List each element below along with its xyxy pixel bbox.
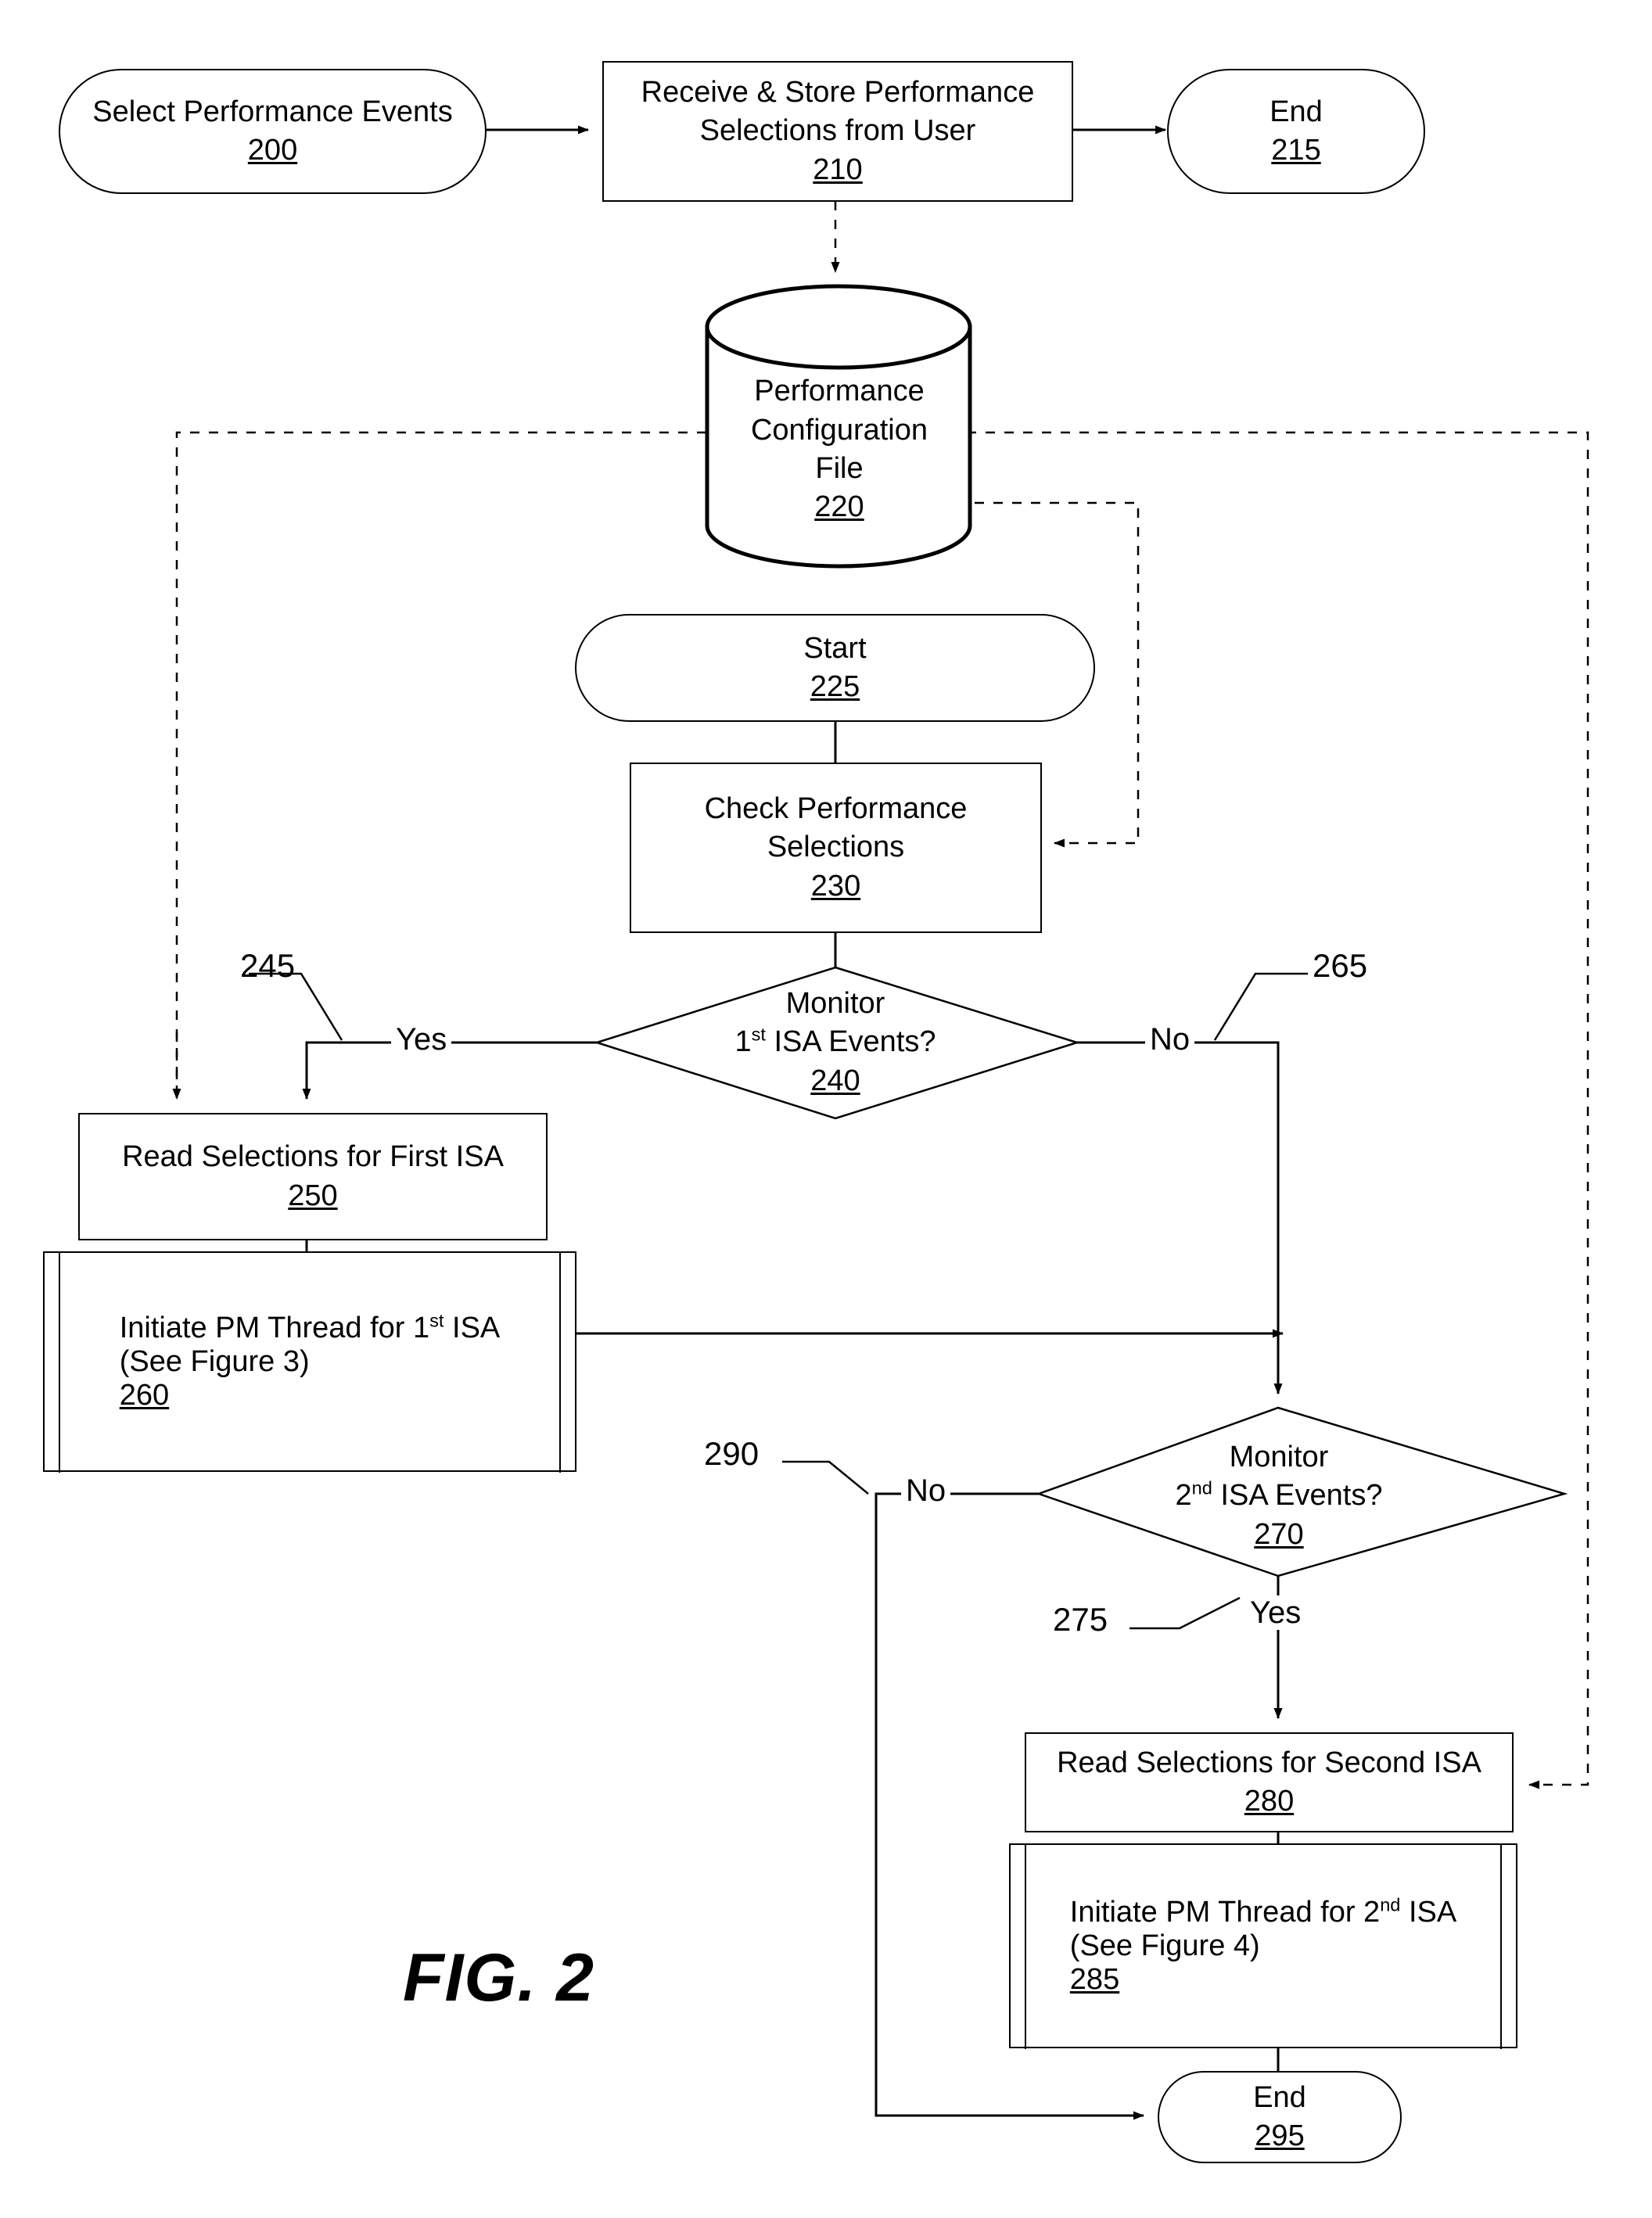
node-select-performance-events[interactable]: Select Performance Events 200 bbox=[59, 69, 487, 194]
node-230-label: Check Performance Selections 230 bbox=[704, 791, 968, 903]
node-monitor-first-isa-events[interactable]: Monitor 1st ISA Events? 240 bbox=[657, 984, 1014, 1101]
reference-numeral-290: 290 bbox=[704, 1435, 760, 1472]
reference-numeral-245: 245 bbox=[240, 947, 296, 984]
edge-label-yes-240: Yes bbox=[391, 1022, 452, 1057]
node-end-215[interactable]: End 215 bbox=[1167, 69, 1425, 194]
node-210-label: Receive & Store Performance Selections f… bbox=[641, 75, 1035, 186]
node-performance-configuration-file[interactable]: Performance Configuration File 220 bbox=[707, 352, 971, 547]
node-read-selections-first-isa[interactable]: Read Selections for First ISA 250 bbox=[78, 1113, 548, 1240]
edge-240-yes-to-250 bbox=[302, 1041, 597, 1100]
node-receive-store-performance-selections[interactable]: Receive & Store Performance Selections f… bbox=[602, 61, 1073, 202]
figure-caption: FIG. 2 bbox=[403, 1940, 594, 2015]
node-200-label: Select Performance Events 200 bbox=[92, 95, 453, 167]
edge-240-no-to-270 bbox=[1077, 1041, 1283, 1394]
node-270-label: Monitor 2nd ISA Events? 270 bbox=[1175, 1440, 1383, 1551]
node-start-225[interactable]: Start 225 bbox=[575, 614, 1095, 722]
reference-numeral-265: 265 bbox=[1313, 947, 1368, 984]
node-285-label: Initiate PM Thread for 2nd ISA (See Figu… bbox=[1069, 1893, 1457, 1996]
leader-265 bbox=[1213, 972, 1308, 1041]
edge-label-no-270: No bbox=[901, 1473, 951, 1508]
node-250-label: Read Selections for First ISA 250 bbox=[122, 1140, 504, 1212]
edge-label-no-240: No bbox=[1145, 1022, 1195, 1057]
figure-sheet: Select Performance Events 200 Receive & S… bbox=[0, 0, 1652, 2218]
node-initiate-pm-thread-first-isa[interactable]: Initiate PM Thread for 1st ISA (See Figu… bbox=[43, 1251, 576, 1473]
node-225-label: Start 225 bbox=[803, 631, 867, 703]
reference-numeral-275: 275 bbox=[1053, 1601, 1108, 1638]
node-260-label: Initiate PM Thread for 1st ISA (See Figu… bbox=[119, 1309, 501, 1412]
node-end-295[interactable]: End 295 bbox=[1158, 2071, 1402, 2163]
leader-275 bbox=[1129, 1596, 1241, 1630]
node-215-label: End 215 bbox=[1270, 95, 1323, 167]
node-295-label: End 295 bbox=[1253, 2080, 1306, 2152]
node-240-label: Monitor 1st ISA Events? 240 bbox=[734, 986, 936, 1097]
edge-label-yes-270: Yes bbox=[1245, 1595, 1306, 1630]
node-initiate-pm-thread-second-isa[interactable]: Initiate PM Thread for 2nd ISA (See Figu… bbox=[1009, 1843, 1517, 2049]
node-read-selections-second-isa[interactable]: Read Selections for Second ISA 280 bbox=[1025, 1732, 1514, 1832]
node-monitor-second-isa-events[interactable]: Monitor 2nd ISA Events? 270 bbox=[1099, 1437, 1459, 1555]
node-280-label: Read Selections for Second ISA 280 bbox=[1057, 1746, 1481, 1818]
node-check-performance-selections[interactable]: Check Performance Selections 230 bbox=[630, 763, 1042, 933]
leader-290 bbox=[782, 1460, 869, 1495]
node-220-label: Performance Configuration File 220 bbox=[750, 375, 928, 524]
